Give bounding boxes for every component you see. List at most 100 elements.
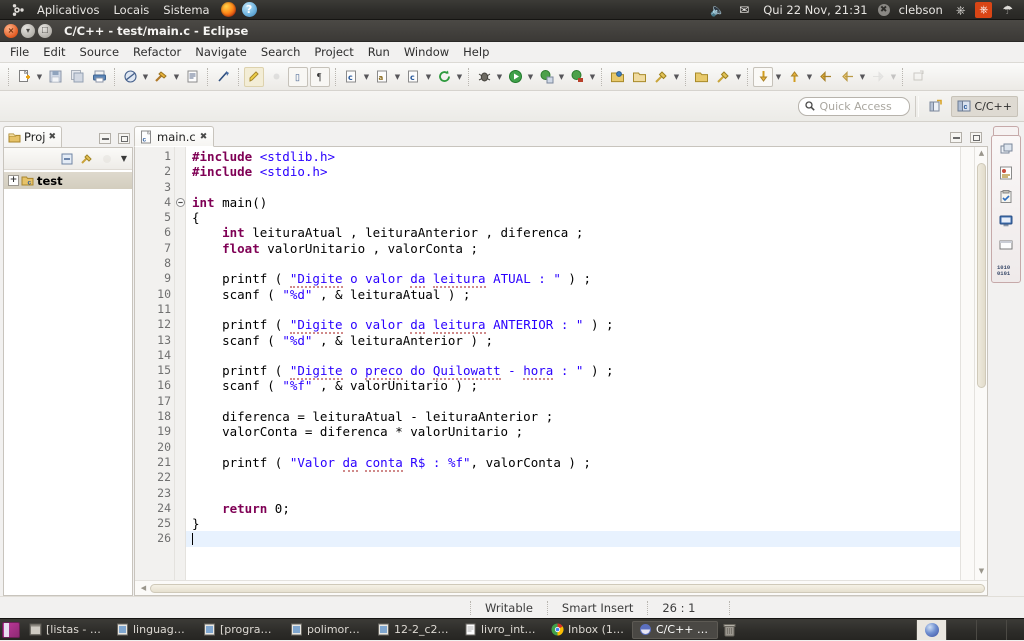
menu-source[interactable]: Source — [73, 43, 127, 61]
window-minimize-button[interactable]: ▾ — [21, 23, 35, 38]
save-icon[interactable] — [45, 67, 65, 87]
prev-arrow[interactable]: ▼ — [805, 67, 814, 87]
new-c-project-icon[interactable]: c — [341, 67, 361, 87]
window-maximize-button[interactable]: ☐ — [38, 23, 52, 38]
tab-close-icon[interactable]: ✖ — [48, 132, 56, 142]
fold-toggle-icon[interactable] — [175, 195, 185, 210]
menu-project[interactable]: Project — [307, 43, 360, 61]
menu-file[interactable]: File — [3, 43, 36, 61]
run-icon[interactable] — [505, 67, 525, 87]
new-c-file-icon[interactable] — [14, 67, 34, 87]
menu-window[interactable]: Window — [397, 43, 456, 61]
shutdown-icon[interactable]: ⎈ — [972, 0, 995, 20]
restore-view-icon[interactable] — [995, 139, 1017, 159]
tree-expander-icon[interactable]: + — [8, 175, 19, 186]
vertical-scroll-thumb[interactable] — [977, 163, 986, 388]
open-type-icon[interactable] — [607, 67, 627, 87]
minimize-view-icon[interactable] — [99, 133, 111, 144]
menu-search[interactable]: Search — [254, 43, 308, 61]
profile-icon[interactable] — [567, 67, 587, 87]
profile-arrow[interactable]: ▼ — [588, 67, 597, 87]
menu-navigate[interactable]: Navigate — [188, 43, 254, 61]
maximize-view-icon[interactable] — [118, 133, 130, 144]
external-tools-icon[interactable] — [536, 67, 556, 87]
link-to-editor-icon[interactable] — [213, 67, 233, 87]
scroll-down-arrow[interactable]: ▼ — [977, 567, 986, 578]
code-editor[interactable]: #include <stdlib.h> #include <stdio.h> int… — [186, 147, 960, 580]
run-arrow[interactable]: ▼ — [526, 67, 535, 87]
next-arrow[interactable]: ▼ — [774, 67, 783, 87]
new-class-arrow[interactable]: ▼ — [424, 67, 433, 87]
folding-ruler[interactable] — [175, 147, 186, 580]
user-name-menu[interactable]: clebson — [893, 0, 949, 20]
horizontal-scroll-thumb[interactable] — [150, 583, 985, 593]
show-desktop-icon[interactable] — [2, 621, 20, 638]
minimize-editor-icon[interactable] — [950, 132, 962, 143]
pin-editor-icon[interactable] — [713, 67, 733, 87]
system-menu[interactable]: Sistema — [156, 0, 216, 20]
applications-menu[interactable]: Aplicativos — [30, 0, 106, 20]
help-launcher-icon[interactable]: ? — [240, 0, 259, 20]
search-icon[interactable] — [651, 67, 671, 87]
workspace-switcher-4[interactable] — [1006, 620, 1024, 640]
view-menu-icon[interactable]: ▼ — [119, 154, 129, 163]
memory-view-icon[interactable]: 1010 0101 — [995, 259, 1017, 279]
outline-view-icon[interactable] — [995, 163, 1017, 183]
new-cpp-arrow[interactable]: ▼ — [393, 67, 402, 87]
workspace-switcher-2[interactable] — [946, 620, 976, 640]
open-perspective-icon[interactable] — [925, 96, 945, 116]
external-tools-arrow[interactable]: ▼ — [557, 67, 566, 87]
overview-ruler[interactable] — [960, 147, 974, 580]
tasks-view-icon[interactable] — [995, 187, 1017, 207]
envelope-icon[interactable]: ✉ — [732, 0, 756, 20]
taskbar-item[interactable]: linguagem_... — [110, 621, 196, 639]
menu-refactor[interactable]: Refactor — [126, 43, 188, 61]
open-decl-icon[interactable] — [691, 67, 711, 87]
next-annotation-icon[interactable] — [753, 66, 773, 87]
open-element-icon[interactable] — [182, 67, 202, 87]
quick-access-input[interactable]: Quick Access — [798, 96, 911, 116]
tab-close-icon[interactable]: ✖ — [200, 132, 208, 142]
editor-horizontal-scrollbar[interactable]: ◀ — [135, 580, 987, 595]
save-all-icon[interactable] — [67, 67, 87, 87]
debug-arrow[interactable]: ▼ — [495, 67, 504, 87]
forward-arrow[interactable]: ▼ — [858, 67, 867, 87]
debug-icon[interactable] — [474, 67, 494, 87]
refresh-icon[interactable] — [434, 67, 454, 87]
taskbar-item[interactable]: Inbox (151)... — [545, 621, 631, 639]
search-arrow[interactable]: ▼ — [672, 67, 681, 87]
tab-project-explorer[interactable]: Proj ✖ — [3, 126, 62, 147]
workspace-switcher-3[interactable] — [976, 620, 1006, 640]
ubuntu-logo-icon[interactable] — [4, 0, 30, 20]
workspace-switcher-1[interactable] — [916, 620, 946, 640]
collapse-all-icon[interactable] — [59, 151, 75, 167]
link-with-editor-icon[interactable] — [79, 151, 95, 167]
volume-icon[interactable]: 🔈 — [703, 0, 732, 20]
highlight-icon[interactable] — [244, 66, 264, 87]
build-dropdown-arrow[interactable]: ▼ — [141, 67, 150, 87]
power-icon[interactable]: ⎈ — [949, 0, 973, 20]
taskbar-item[interactable]: [listas - Na... — [23, 621, 109, 639]
window-close-button[interactable]: × — [4, 23, 18, 38]
hammer-dropdown-arrow[interactable]: ▼ — [172, 67, 181, 87]
menu-run[interactable]: Run — [361, 43, 397, 61]
taskbar-item[interactable]: polimorfis... — [284, 621, 370, 639]
new-class-icon[interactable]: c — [403, 67, 423, 87]
tree-item-test[interactable]: + c test — [4, 172, 132, 189]
pin-arrow[interactable]: ▼ — [734, 67, 743, 87]
maximize-editor-icon[interactable] — [970, 132, 982, 143]
perspective-cpp-button[interactable]: c C/C++ — [951, 95, 1018, 117]
pilcrow-icon[interactable]: ¶ — [310, 66, 330, 87]
build-hammer-icon[interactable] — [151, 67, 171, 87]
wifi-icon[interactable]: ☂ — [995, 0, 1020, 20]
open-resource-icon[interactable] — [629, 67, 649, 87]
editor-vertical-scrollbar[interactable]: ▲ ▼ — [974, 147, 987, 580]
scroll-up-arrow[interactable]: ▲ — [977, 149, 986, 160]
tab-main-c[interactable]: c main.c ✖ — [134, 126, 215, 147]
taskbar-item[interactable]: livro_introd... — [458, 621, 544, 639]
user-status-icon[interactable]: ✖ — [875, 0, 893, 20]
firefox-launcher-icon[interactable] — [217, 0, 240, 20]
clock[interactable]: Qui 22 Nov, 21:31 — [756, 0, 874, 20]
menu-help[interactable]: Help — [456, 43, 496, 61]
back-icon[interactable] — [815, 67, 835, 87]
